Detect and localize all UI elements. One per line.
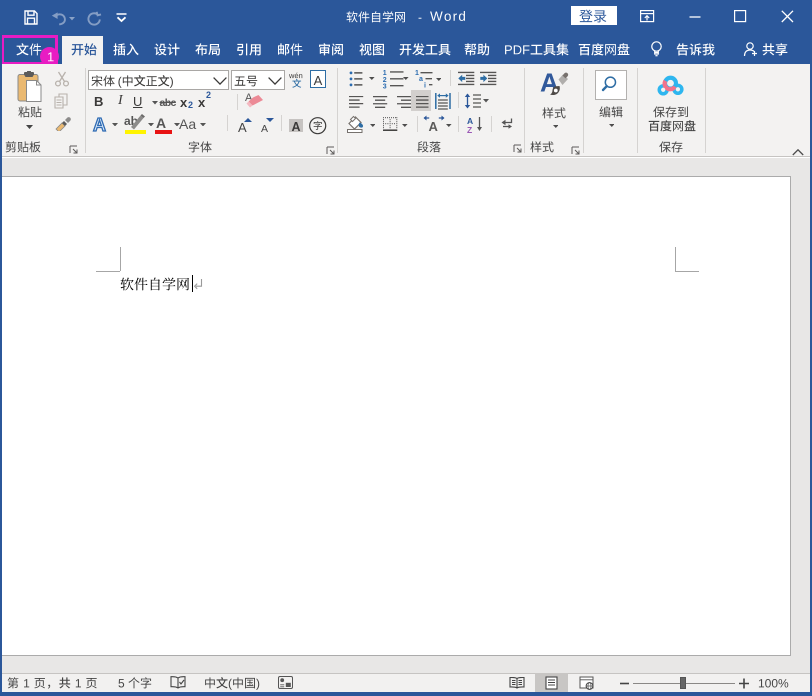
svg-text:a: a <box>419 76 423 83</box>
svg-text:A: A <box>93 115 106 134</box>
svg-text:Z: Z <box>467 125 472 134</box>
svg-text:i: i <box>424 82 426 89</box>
svg-text:3: 3 <box>383 84 387 89</box>
